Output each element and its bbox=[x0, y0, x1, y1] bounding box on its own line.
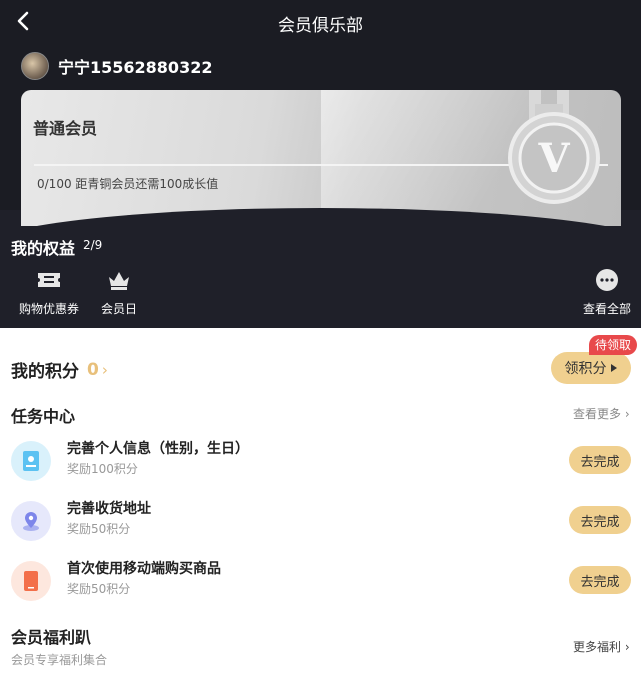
crown-icon bbox=[107, 268, 131, 292]
mobile-phone-icon bbox=[11, 561, 51, 601]
task-item: 首次使用移动端购买商品 奖励50积分 去完成 bbox=[11, 556, 631, 606]
complete-task-button[interactable]: 去完成 bbox=[569, 566, 631, 594]
claim-points-button[interactable]: 领积分 bbox=[551, 352, 631, 384]
caret-right-icon bbox=[610, 364, 617, 372]
location-pin-icon bbox=[11, 501, 51, 541]
view-more-tasks-link[interactable]: 查看更多 › bbox=[573, 405, 630, 422]
task-reward: 奖励50积分 bbox=[67, 522, 131, 536]
membership-level: 普通会员 bbox=[33, 119, 98, 138]
task-item: 完善收货地址 奖励50积分 去完成 bbox=[11, 496, 631, 546]
growth-progress: 0/100 距青铜会员还需100成长值 bbox=[37, 177, 219, 191]
benefit-label: 购物优惠券 bbox=[19, 302, 80, 316]
points-label: 我的积分 bbox=[11, 362, 79, 382]
ticket-icon bbox=[37, 268, 61, 292]
benefit-label: 会员日 bbox=[101, 302, 138, 316]
avatar[interactable] bbox=[21, 52, 49, 80]
points-value: 0 bbox=[87, 359, 99, 380]
benefit-member-day[interactable]: 会员日 bbox=[101, 268, 137, 317]
task-reward: 奖励100积分 bbox=[67, 462, 138, 476]
pending-badge: 待领取 bbox=[589, 335, 638, 355]
task-title: 完善收货地址 bbox=[67, 501, 151, 517]
medal-icon: V bbox=[508, 90, 600, 204]
page-title: 会员俱乐部 bbox=[278, 16, 363, 36]
svg-text:V: V bbox=[537, 135, 570, 182]
complete-task-button[interactable]: 去完成 bbox=[569, 446, 631, 474]
task-item: 完善个人信息（性别，生日） 奖励100积分 去完成 bbox=[11, 436, 631, 486]
chevron-right-icon: › bbox=[101, 360, 108, 379]
user-info: 宁宁15562880322 bbox=[21, 52, 212, 80]
task-reward: 奖励50积分 bbox=[67, 582, 131, 596]
view-all-benefits[interactable]: 查看全部 bbox=[583, 268, 631, 317]
more-welfare-link[interactable]: 更多福利 › bbox=[573, 638, 630, 655]
view-all-label: 查看全部 bbox=[583, 302, 632, 316]
claim-points-label: 领积分 bbox=[564, 361, 607, 377]
welfare-title: 会员福利趴 bbox=[11, 628, 92, 647]
benefits-count: 2/9 bbox=[83, 238, 103, 252]
benefits-title: 我的权益 bbox=[11, 239, 76, 258]
welfare-subtitle: 会员专享福利集合 bbox=[11, 653, 108, 667]
header-area: 会员俱乐部 宁宁15562880322 普通会员 0/100 距青铜会员还需10… bbox=[0, 0, 641, 328]
more-dots-icon bbox=[595, 268, 619, 292]
task-title: 完善个人信息（性别，生日） bbox=[67, 441, 249, 457]
task-center-title: 任务中心 bbox=[11, 407, 76, 426]
username: 宁宁15562880322 bbox=[58, 58, 213, 77]
complete-task-button[interactable]: 去完成 bbox=[569, 506, 631, 534]
points-row[interactable]: 我的积分 0 › bbox=[11, 357, 108, 383]
benefit-coupon[interactable]: 购物优惠券 bbox=[19, 268, 79, 317]
membership-card[interactable]: 普通会员 0/100 距青铜会员还需100成长值 V bbox=[21, 90, 621, 226]
task-title: 首次使用移动端购买商品 bbox=[67, 561, 221, 577]
id-card-icon bbox=[11, 441, 51, 481]
